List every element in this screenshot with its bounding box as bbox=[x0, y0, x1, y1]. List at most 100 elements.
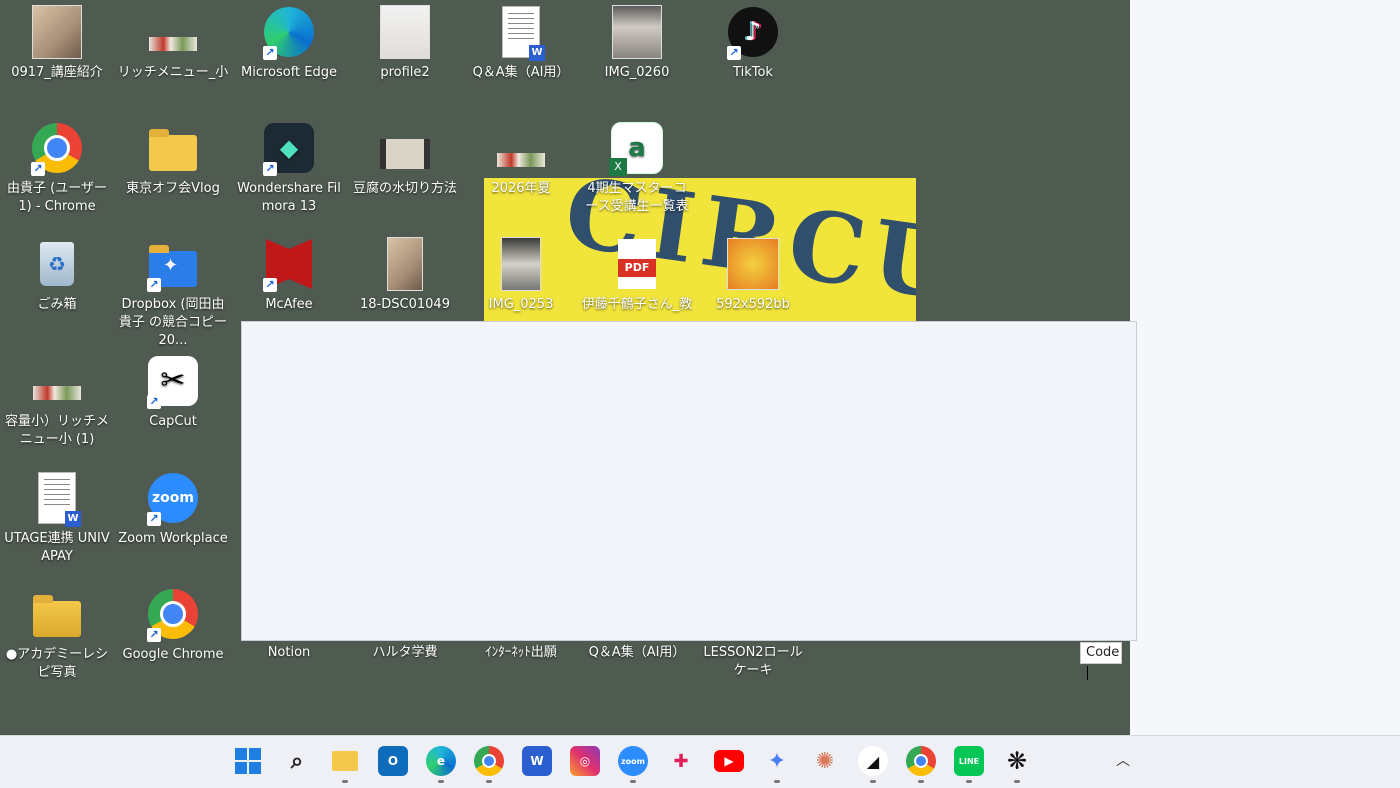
shortcut-arrow-icon: ↗ bbox=[263, 46, 277, 60]
desktop-icon-utage[interactable]: W UTAGE連携 UNIVAPAY bbox=[0, 470, 115, 566]
icon-label: Google Chrome bbox=[122, 647, 224, 662]
slack-icon[interactable]: ✚ bbox=[666, 746, 696, 776]
desktop-icon-tofu-video[interactable]: 豆腐の水切り方法 bbox=[347, 120, 463, 198]
image-strip-icon bbox=[33, 386, 81, 400]
desktop-icon-internet-application[interactable]: ｲﾝﾀｰﾈｯﾄ出願 bbox=[463, 644, 579, 662]
icon-label: ごみ箱 bbox=[37, 297, 77, 312]
icon-label: Zoom Workplace bbox=[118, 531, 228, 546]
desktop-icon-dsc01049[interactable]: 18-DSC01049 bbox=[347, 236, 463, 314]
icon-label: LESSON2ロールケーキ bbox=[703, 645, 803, 678]
desktop-icon-chrome-profile[interactable]: ↗ 由貴子 (ユーザー 1) - Chrome bbox=[0, 120, 115, 216]
start-icon[interactable] bbox=[233, 746, 263, 776]
icon-label: 18-DSC01049 bbox=[360, 297, 450, 312]
desktop-icon-pdf[interactable]: PDF 伊藤千鶴子さん_教 bbox=[579, 236, 695, 314]
icon-label: UTAGE連携 UNIVAPAY bbox=[4, 531, 110, 564]
icon-label: 東京オフ会Vlog bbox=[126, 181, 220, 196]
word-doc-icon: W bbox=[502, 6, 545, 61]
blank-panel bbox=[1130, 0, 1400, 735]
rename-input[interactable]: Code bbox=[1080, 642, 1122, 680]
desktop-icon-dropbox[interactable]: ✦ ↗ Dropbox (岡田由貴子 の競合コピー 20... bbox=[115, 236, 231, 350]
desktop-icon-academy-recipe[interactable]: ●アカデミーレシピ写真 bbox=[0, 586, 115, 682]
image-strip-icon bbox=[497, 153, 545, 167]
shortcut-arrow-icon: ↗ bbox=[727, 46, 741, 60]
shortcut-arrow-icon: ↗ bbox=[147, 512, 161, 526]
desktop-icon-592[interactable]: 592x592bb bbox=[695, 236, 811, 314]
icon-label: 由貴子 (ユーザー 1) - Chrome bbox=[7, 181, 107, 214]
desktop-icon-rich-menu[interactable]: リッチメニュー_小 bbox=[115, 4, 231, 82]
icon-label: リッチメニュー_小 bbox=[117, 65, 229, 80]
desktop-icon-google-chrome[interactable]: ↗ Google Chrome bbox=[115, 586, 231, 664]
video-thumbnail-icon bbox=[380, 139, 430, 169]
icon-label: ｲﾝﾀｰﾈｯﾄ出願 bbox=[485, 645, 557, 660]
app-icon[interactable]: ◢ bbox=[858, 746, 888, 783]
desktop-icon-excel-list[interactable]: aX 4期生マスターコース受講生一覧表 bbox=[579, 120, 695, 216]
chrome-icon-2[interactable] bbox=[906, 746, 936, 783]
icon-label: Q＆A集（AI用） bbox=[472, 65, 570, 80]
word-icon[interactable]: W bbox=[522, 746, 552, 776]
zoom-icon[interactable]: zoom bbox=[618, 746, 648, 783]
photo-thumbnail-icon bbox=[387, 237, 423, 291]
instagram-icon[interactable]: ◎ bbox=[570, 746, 600, 776]
image-thumbnail-icon bbox=[727, 238, 779, 290]
search-icon[interactable]: ⌕ bbox=[282, 746, 312, 776]
desktop-icon-lesson2[interactable]: LESSON2ロールケーキ bbox=[695, 644, 811, 680]
recycle-bin-icon: ♻ bbox=[40, 242, 74, 286]
file-explorer-icon[interactable] bbox=[330, 746, 360, 783]
edge-icon[interactable]: e bbox=[426, 746, 456, 783]
icon-label: Notion bbox=[267, 645, 311, 660]
image-strip-icon bbox=[149, 37, 197, 51]
desktop-icon-filmora[interactable]: ◆ ↗ Wondershare Filmora 13 bbox=[231, 120, 347, 216]
icon-label: McAfee bbox=[265, 297, 313, 312]
icon-label: Microsoft Edge bbox=[240, 65, 337, 80]
desktop-icon-qa[interactable]: W Q＆A集（AI用） bbox=[463, 4, 579, 82]
desktop-icon-img0253[interactable]: IMG_0253 bbox=[463, 236, 579, 314]
icon-label: TikTok bbox=[733, 65, 773, 80]
desktop-icon-recycle-bin[interactable]: ♻ ごみ箱 bbox=[0, 236, 115, 314]
desktop-icon-tiktok[interactable]: ♪ ↗ TikTok bbox=[695, 4, 811, 82]
pdf-icon: PDF bbox=[618, 239, 656, 289]
icon-label: Q＆A集（AI用） bbox=[588, 645, 686, 660]
icon-label: 2026年夏 bbox=[491, 181, 551, 196]
desktop-icon-profile2[interactable]: profile2 bbox=[347, 4, 463, 82]
shortcut-arrow-icon: ↗ bbox=[147, 278, 161, 292]
desktop-icon-capcut[interactable]: ✂ ↗ CapCut bbox=[115, 353, 231, 431]
chevron-up-icon[interactable]: ︿ bbox=[1114, 750, 1132, 769]
icon-label: ●アカデミーレシピ写真 bbox=[5, 647, 109, 680]
desktop-icon-0917[interactable]: 0917_講座紹介 bbox=[0, 4, 115, 82]
desktop-icon-haruta[interactable]: ハルタ学費 bbox=[347, 644, 463, 662]
desktop-icon-mcafee[interactable]: ↗ McAfee bbox=[231, 236, 347, 314]
desktop-icon-tokyo-vlog[interactable]: 東京オフ会Vlog bbox=[115, 120, 231, 198]
gemini-icon[interactable]: ✦ bbox=[762, 746, 792, 783]
icon-label: IMG_0260 bbox=[604, 65, 670, 80]
desktop-icon-qa-2[interactable]: Q＆A集（AI用） bbox=[579, 644, 695, 662]
icon-label: Dropbox (岡田由貴子 の競合コピー 20... bbox=[118, 297, 228, 348]
desktop-icon-rich-menu-small[interactable]: 容量小）リッチメニュー小 (1) bbox=[0, 353, 115, 449]
shortcut-arrow-icon: ↗ bbox=[263, 162, 277, 176]
photo-thumbnail-icon bbox=[612, 5, 662, 59]
folder-icon bbox=[149, 129, 197, 171]
icon-label: 0917_講座紹介 bbox=[11, 65, 103, 80]
folder-icon bbox=[33, 595, 81, 637]
desktop-icon-zoom[interactable]: zoom ↗ Zoom Workplace bbox=[115, 470, 231, 548]
photo-thumbnail-icon bbox=[501, 237, 541, 291]
icon-label: 592x592bb bbox=[716, 297, 790, 312]
icon-label: Wondershare Filmora 13 bbox=[237, 181, 341, 214]
desktop-icon-edge[interactable]: ↗ Microsoft Edge bbox=[231, 4, 347, 82]
desktop-icon-2026[interactable]: 2026年夏 bbox=[463, 120, 579, 198]
shortcut-arrow-icon: ↗ bbox=[263, 278, 277, 292]
line-icon[interactable]: LINE bbox=[954, 746, 984, 783]
outlook-icon[interactable]: O bbox=[378, 746, 408, 776]
word-doc-icon: W bbox=[38, 472, 81, 527]
icon-label: 伊藤千鶴子さん_教 bbox=[581, 297, 693, 312]
chrome-icon[interactable] bbox=[474, 746, 504, 783]
desktop-icon-img0260[interactable]: IMG_0260 bbox=[579, 4, 695, 82]
blank-overlay-window[interactable] bbox=[241, 321, 1137, 641]
taskbar: ⌕ O e W ◎ zoom ✚ ▶ ✦ ✺ ◢ LINE ❋ ︿ bbox=[0, 735, 1400, 788]
claude-icon[interactable]: ✺ bbox=[810, 746, 840, 776]
icon-label: 4期生マスターコース受講生一覧表 bbox=[585, 181, 689, 214]
rename-input-value: Code bbox=[1086, 645, 1120, 660]
chatgpt-icon[interactable]: ❋ bbox=[1002, 746, 1032, 783]
youtube-icon[interactable]: ▶ bbox=[714, 750, 744, 772]
icon-label: profile2 bbox=[380, 65, 430, 80]
desktop-icon-notion[interactable]: Notion bbox=[231, 644, 347, 662]
